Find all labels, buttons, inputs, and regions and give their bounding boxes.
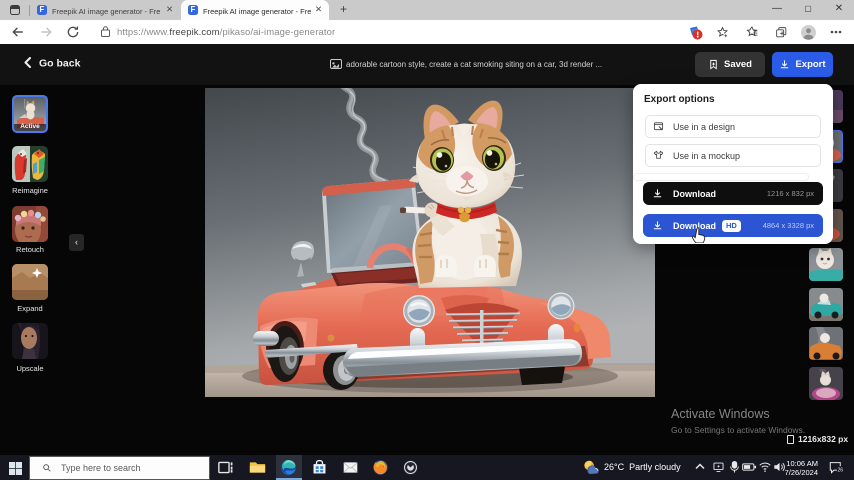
svg-text:26: 26 [837,467,843,473]
